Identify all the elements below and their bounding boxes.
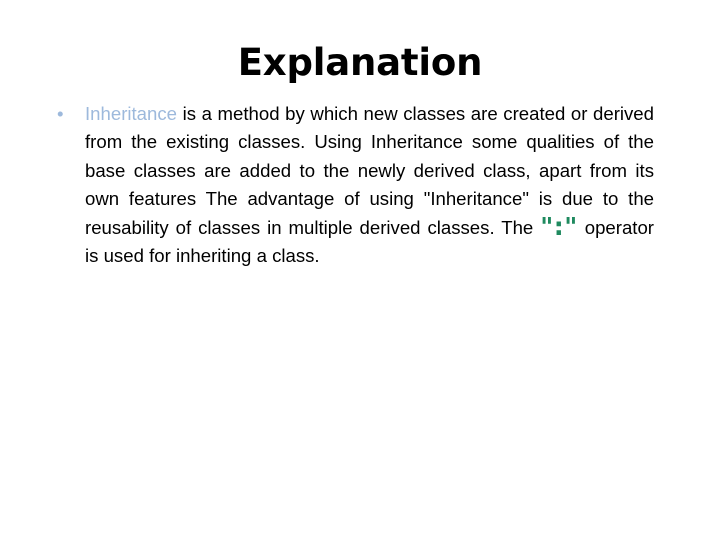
page-title: Explanation — [237, 41, 483, 84]
bullet-marker-icon: • — [57, 103, 64, 124]
keyword-inheritance: Inheritance — [85, 103, 177, 124]
slide-canvas: Explanation • Inheritance is a method by… — [0, 0, 720, 540]
body-content: • Inheritance is a method by which new c… — [50, 100, 654, 270]
list-item: • Inheritance is a method by which new c… — [50, 100, 654, 270]
operator-colon: ":" — [540, 211, 578, 241]
